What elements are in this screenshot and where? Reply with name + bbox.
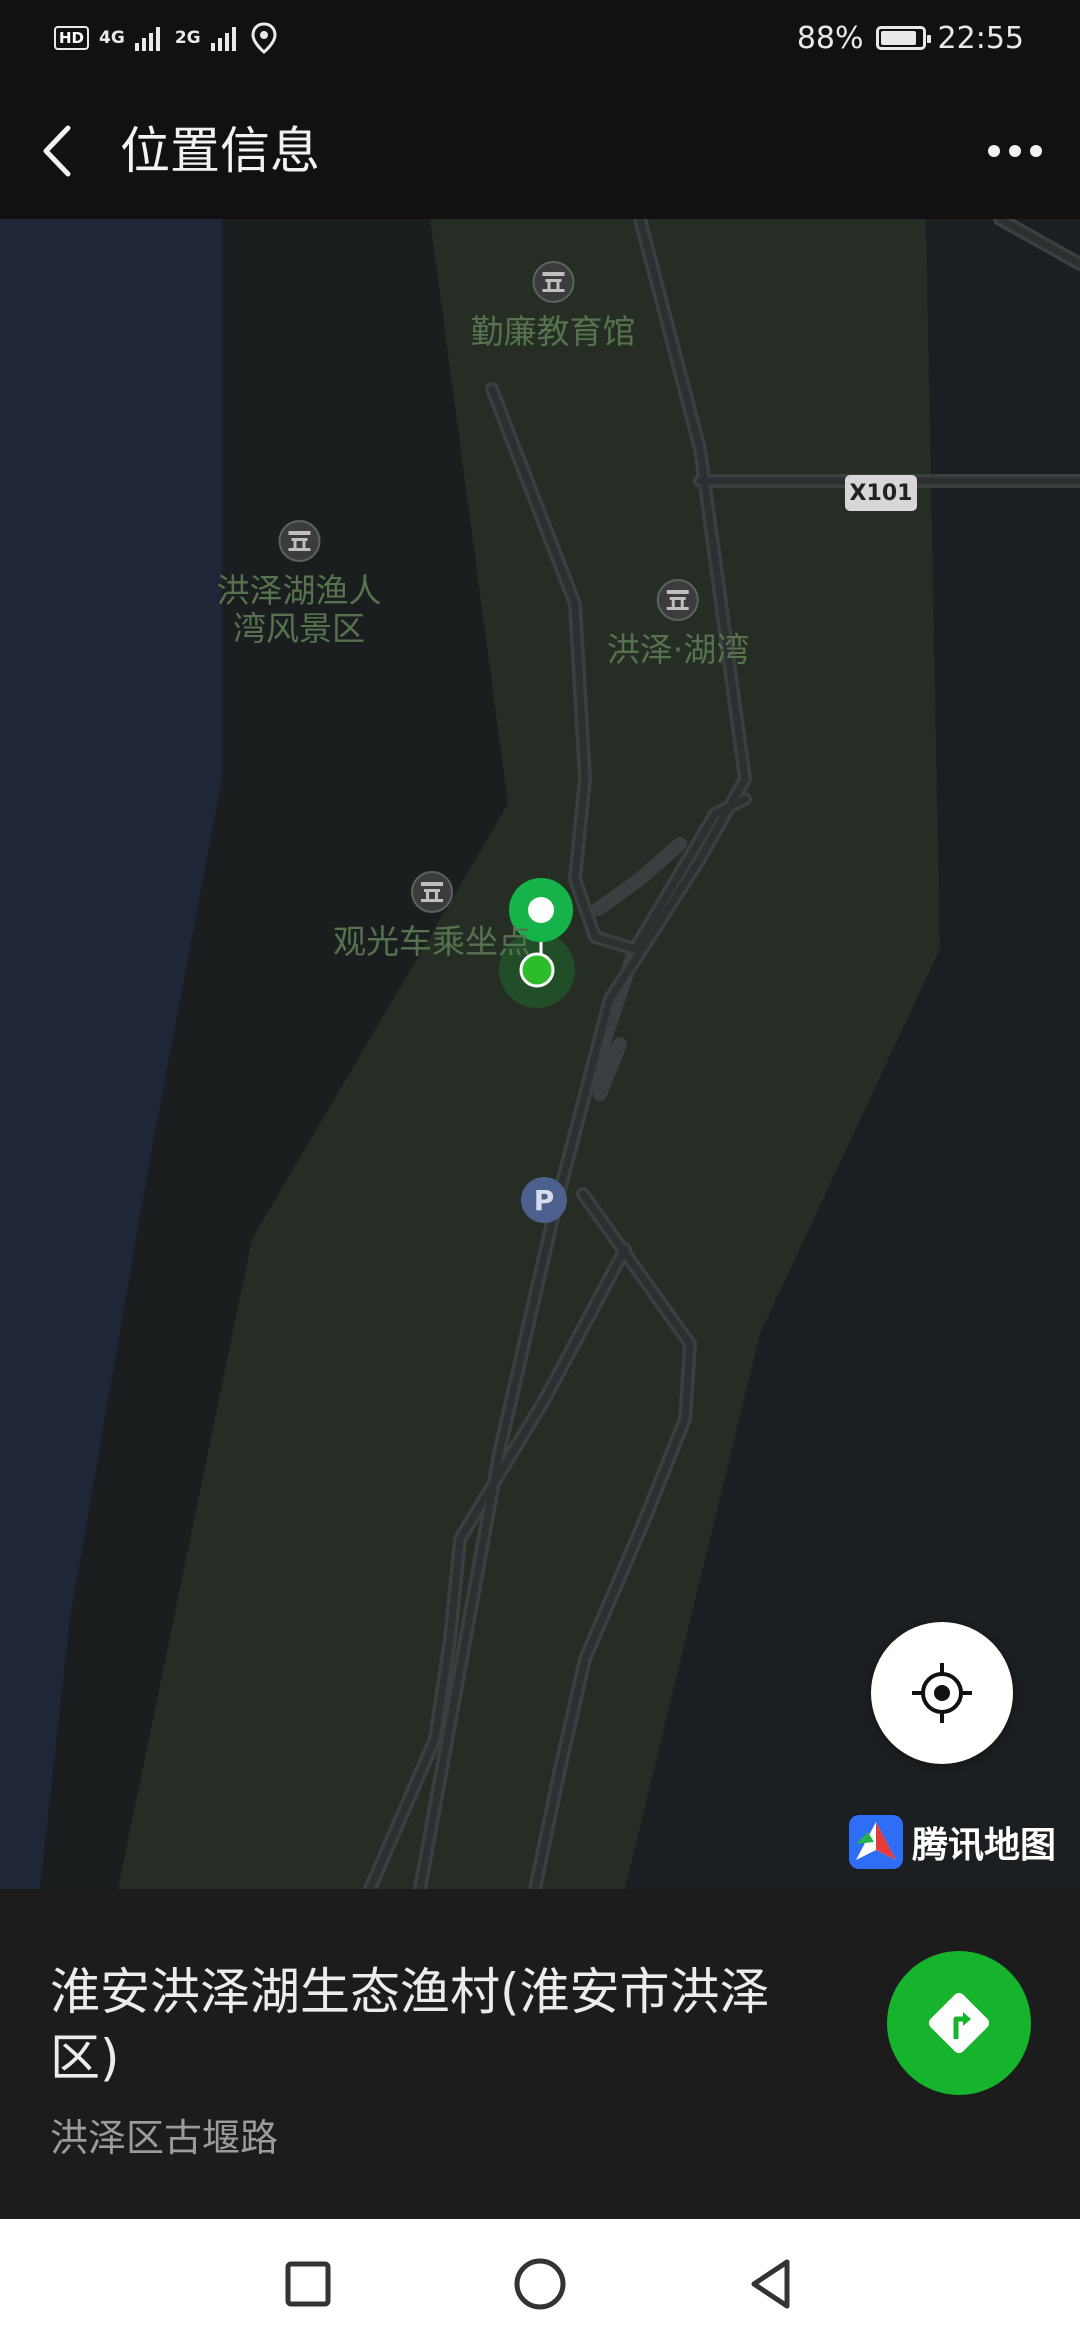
temple-icon	[411, 871, 453, 913]
battery-fill	[880, 31, 916, 45]
circle-icon	[514, 2258, 566, 2310]
navigation-icon	[928, 1992, 990, 2054]
place-address: 洪泽区古堰路	[50, 2116, 279, 2160]
chevron-left-icon	[43, 125, 71, 177]
square-icon	[285, 2261, 331, 2307]
my-location-button[interactable]	[871, 1622, 1013, 1764]
poi-label: 洪泽·湖湾	[606, 630, 750, 669]
app-header: 位置信息	[0, 76, 1080, 219]
place-name: 淮安洪泽湖生态渔村(淮安市洪泽区)	[50, 1963, 770, 2087]
page-title: 位置信息	[120, 122, 320, 180]
tencent-map-icon	[849, 1815, 903, 1869]
status-left: HD 4G 2G	[54, 18, 277, 58]
home-button[interactable]	[510, 2254, 570, 2314]
battery-tip	[926, 35, 931, 43]
network-type-2: 2G	[174, 27, 201, 48]
temple-icon	[657, 579, 699, 621]
poi-scenic-area[interactable]: 洪泽湖渔人 湾风景区	[217, 520, 382, 648]
parking-icon[interactable]: P	[521, 1177, 567, 1223]
poi-museum[interactable]: 勤廉教育馆	[471, 261, 636, 351]
battery-percent: 88%	[796, 20, 864, 56]
temple-icon	[278, 520, 320, 562]
status-right: 88% 22:55	[797, 18, 1024, 58]
system-nav-bar	[0, 2219, 1080, 2340]
poi-lake-bay[interactable]: 洪泽·湖湾	[606, 579, 750, 669]
status-bar: HD 4G 2G 88% 22:55	[0, 0, 1080, 76]
more-button[interactable]	[980, 121, 1050, 181]
triangle-back-icon	[751, 2259, 790, 2309]
road-number-badge: X101	[845, 475, 917, 511]
temple-icon	[532, 261, 574, 303]
recent-apps-button[interactable]	[278, 2254, 338, 2314]
clock: 22:55	[937, 20, 1024, 56]
system-back-button[interactable]	[742, 2254, 802, 2314]
tencent-map-logo: 腾讯地图	[848, 1814, 1056, 1870]
hd-indicator: HD	[54, 26, 90, 50]
navigate-button[interactable]	[887, 1951, 1031, 2095]
location-icon	[251, 22, 277, 54]
network-type-1: 4G	[99, 27, 125, 48]
crosshair-icon	[912, 1663, 972, 1723]
poi-label: 观光车乘坐点	[333, 922, 531, 961]
map-view[interactable]: 勤廉教育馆 洪泽湖渔人 湾风景区 洪泽·湖湾 观光车乘坐点 X101 P 腾讯地…	[0, 219, 1080, 1889]
poi-label: 洪泽湖渔人 湾风景区	[216, 571, 382, 648]
poi-shuttle-stop[interactable]: 观光车乘坐点	[333, 871, 531, 961]
place-info-panel: 淮安洪泽湖生态渔村(淮安市洪泽区) 洪泽区古堰路	[0, 1889, 1080, 2219]
back-button[interactable]	[30, 116, 90, 186]
signal-icon	[134, 27, 160, 51]
signal-icon	[210, 27, 236, 51]
map-provider-label: 腾讯地图	[912, 1825, 1057, 1866]
battery-icon	[875, 26, 931, 50]
more-horizontal-icon	[988, 145, 1042, 157]
poi-label: 勤廉教育馆	[470, 312, 636, 351]
